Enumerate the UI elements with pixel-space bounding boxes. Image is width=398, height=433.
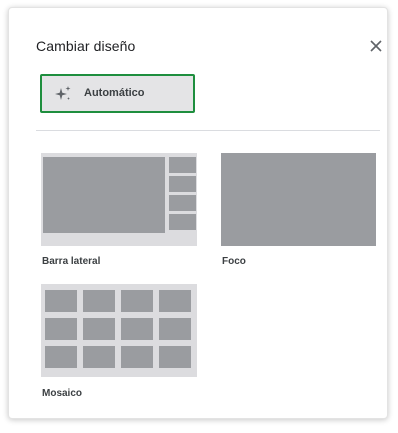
- sparkle-icon: [55, 86, 71, 100]
- grid-tile: [121, 290, 153, 312]
- grid-tile: [121, 318, 153, 340]
- close-button[interactable]: [366, 36, 386, 56]
- grid-tile: [45, 318, 77, 340]
- layout-label-spotlight: Foco: [222, 256, 246, 267]
- layout-option-tiled[interactable]: Mosaico: [41, 284, 197, 409]
- dialog-title: Cambiar diseño: [36, 38, 136, 54]
- tiled-layout-thumbnail: [41, 284, 197, 377]
- automatic-layout-label: Automático: [84, 87, 145, 99]
- grid-tile: [159, 318, 191, 340]
- grid-tile: [159, 346, 191, 368]
- side-tile: [169, 214, 196, 230]
- side-tile: [169, 157, 196, 173]
- grid-tile: [45, 346, 77, 368]
- layout-label-sidebar: Barra lateral: [42, 256, 101, 267]
- grid-tile: [121, 346, 153, 368]
- sidebar-layout-thumbnail: [41, 153, 197, 246]
- grid-tile: [83, 290, 115, 312]
- grid-tile: [83, 346, 115, 368]
- divider: [36, 130, 380, 131]
- automatic-layout-button[interactable]: Automático: [40, 74, 195, 113]
- spotlight-layout-thumbnail: [221, 153, 376, 246]
- grid-tile: [83, 318, 115, 340]
- layout-option-sidebar[interactable]: Barra lateral: [41, 153, 197, 278]
- main-tile: [43, 157, 165, 233]
- layout-label-tiled: Mosaico: [42, 388, 83, 399]
- side-tile: [169, 176, 196, 192]
- change-layout-dialog: Cambiar diseño Automático Barra lateral …: [8, 7, 388, 419]
- grid-tile: [159, 290, 191, 312]
- close-icon: [370, 40, 382, 52]
- layout-option-spotlight[interactable]: Foco: [221, 153, 377, 278]
- side-tile: [169, 195, 196, 211]
- grid-tile: [45, 290, 77, 312]
